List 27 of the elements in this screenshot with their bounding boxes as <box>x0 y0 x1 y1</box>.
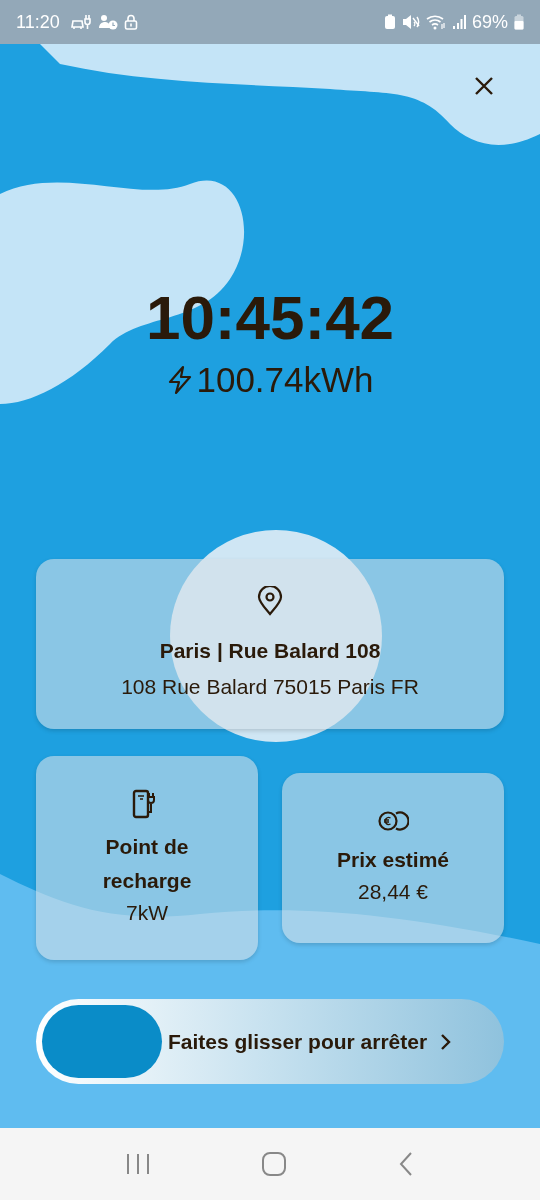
home-icon[interactable] <box>261 1151 287 1177</box>
signal-icon <box>451 14 466 30</box>
battery-percentage: 69% <box>471 11 508 33</box>
location-address: 108 Rue Balard 75015 Paris FR <box>121 674 419 700</box>
recent-apps-icon[interactable] <box>125 1152 151 1176</box>
price-label: Prix estimé <box>336 847 450 873</box>
person-clock-icon <box>97 14 118 30</box>
back-icon[interactable] <box>397 1151 415 1177</box>
power-value: 7kW <box>126 900 168 926</box>
car-charging-icon <box>69 14 92 30</box>
slider-handle[interactable] <box>42 1005 162 1078</box>
battery-saver-icon <box>383 14 396 30</box>
location-pin-icon <box>256 586 284 616</box>
wifi-icon <box>425 14 446 30</box>
slide-to-stop-label: Faites glisser pour arrêter <box>168 1029 428 1054</box>
lock-icon <box>123 14 138 30</box>
slide-to-stop-slider[interactable]: Faites glisser pour arrêter <box>36 999 504 1084</box>
status-time: 11:20 <box>16 11 60 33</box>
mute-icon <box>401 14 420 30</box>
close-icon <box>474 76 494 96</box>
price-value: 28,44 € <box>357 879 429 905</box>
location-name: Paris | Rue Balard 108 <box>159 638 381 664</box>
energy-delivered: 100.74kWh <box>196 359 374 401</box>
coins-icon <box>377 809 409 833</box>
charge-point-label: Point de recharge <box>101 834 193 894</box>
battery-icon <box>514 14 524 30</box>
charging-duration: 10:45:42 <box>145 282 395 354</box>
